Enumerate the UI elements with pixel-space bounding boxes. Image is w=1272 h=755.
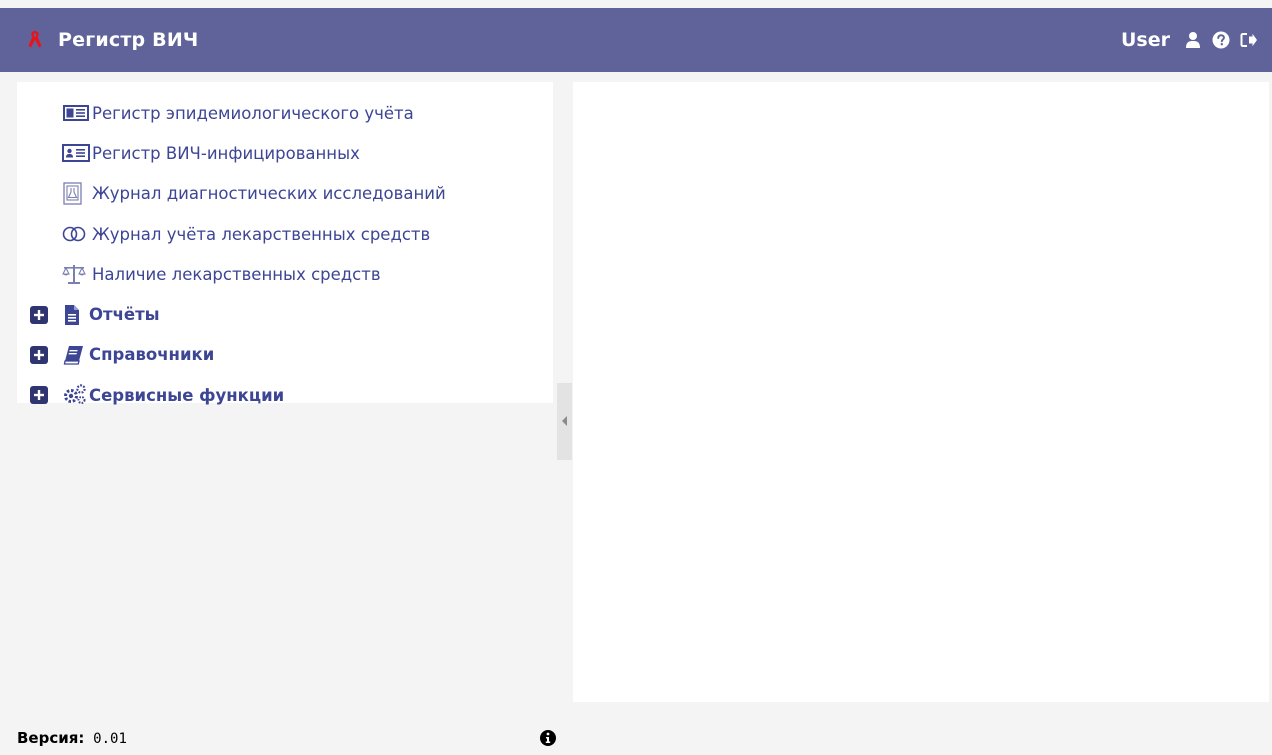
sidebar-item-drug-journal[interactable]: Журнал учёта лекарственных средств (17, 214, 553, 254)
sidebar-group-reports[interactable]: Отчёты (17, 294, 553, 334)
user-area: User (1121, 29, 1258, 51)
version-value: 0.01 (93, 731, 127, 747)
logout-icon[interactable] (1240, 31, 1258, 49)
scales-icon (62, 263, 92, 285)
id-card-icon (62, 102, 92, 124)
sidebar-item-label: Регистр ВИЧ-инфицированных (92, 143, 360, 163)
brand[interactable]: Регистр ВИЧ (26, 29, 198, 51)
sidebar-item-hiv-register[interactable]: Регистр ВИЧ-инфицированных (17, 133, 553, 173)
sidebar-group-label: Сервисные функции (89, 385, 285, 405)
book-icon (63, 344, 89, 366)
file-icon (63, 304, 89, 326)
footer: Версия: 0.01 (17, 726, 557, 750)
user-name[interactable]: User (1121, 29, 1170, 51)
id-card-icon (62, 142, 92, 164)
main-content (573, 82, 1269, 702)
sidebar-nav: Регистр эпидемиологического учёта Регист… (17, 82, 553, 405)
gears-icon (63, 384, 89, 406)
sidebar-collapse-handle[interactable] (557, 383, 572, 460)
sidebar-item-diagnostic-journal[interactable]: Журнал диагностических исследований (17, 174, 553, 214)
expand-icon[interactable] (29, 385, 49, 405)
sidebar-item-drug-availability[interactable]: Наличие лекарственных средств (17, 254, 553, 294)
expand-icon[interactable] (29, 305, 49, 325)
sidebar-item-label: Журнал учёта лекарственных средств (92, 224, 431, 244)
sidebar-item-label: Регистр эпидемиологического учёта (92, 103, 414, 123)
sidebar-item-epidemiological-register[interactable]: Регистр эпидемиологического учёта (17, 93, 553, 133)
help-icon[interactable] (1212, 31, 1230, 49)
info-icon[interactable] (539, 729, 557, 747)
version-info: Версия: 0.01 (17, 729, 127, 747)
red-ribbon-icon (26, 31, 44, 49)
sidebar-group-service-functions[interactable]: Сервисные функции (17, 375, 553, 415)
lab-flask-icon (62, 182, 92, 205)
sidebar-group-label: Справочники (89, 345, 215, 365)
version-label: Версия: (17, 729, 85, 747)
sidebar-item-label: Наличие лекарственных средств (92, 264, 381, 284)
pill-icon (62, 223, 92, 245)
user-icon[interactable] (1184, 31, 1202, 49)
sidebar-group-label: Отчёты (89, 305, 160, 325)
top-bar: Регистр ВИЧ User (0, 8, 1272, 72)
expand-icon[interactable] (29, 345, 49, 365)
caret-left-icon (561, 412, 569, 431)
sidebar-group-references[interactable]: Справочники (17, 335, 553, 375)
app-title: Регистр ВИЧ (58, 29, 199, 51)
sidebar-item-label: Журнал диагностических исследований (92, 184, 446, 204)
